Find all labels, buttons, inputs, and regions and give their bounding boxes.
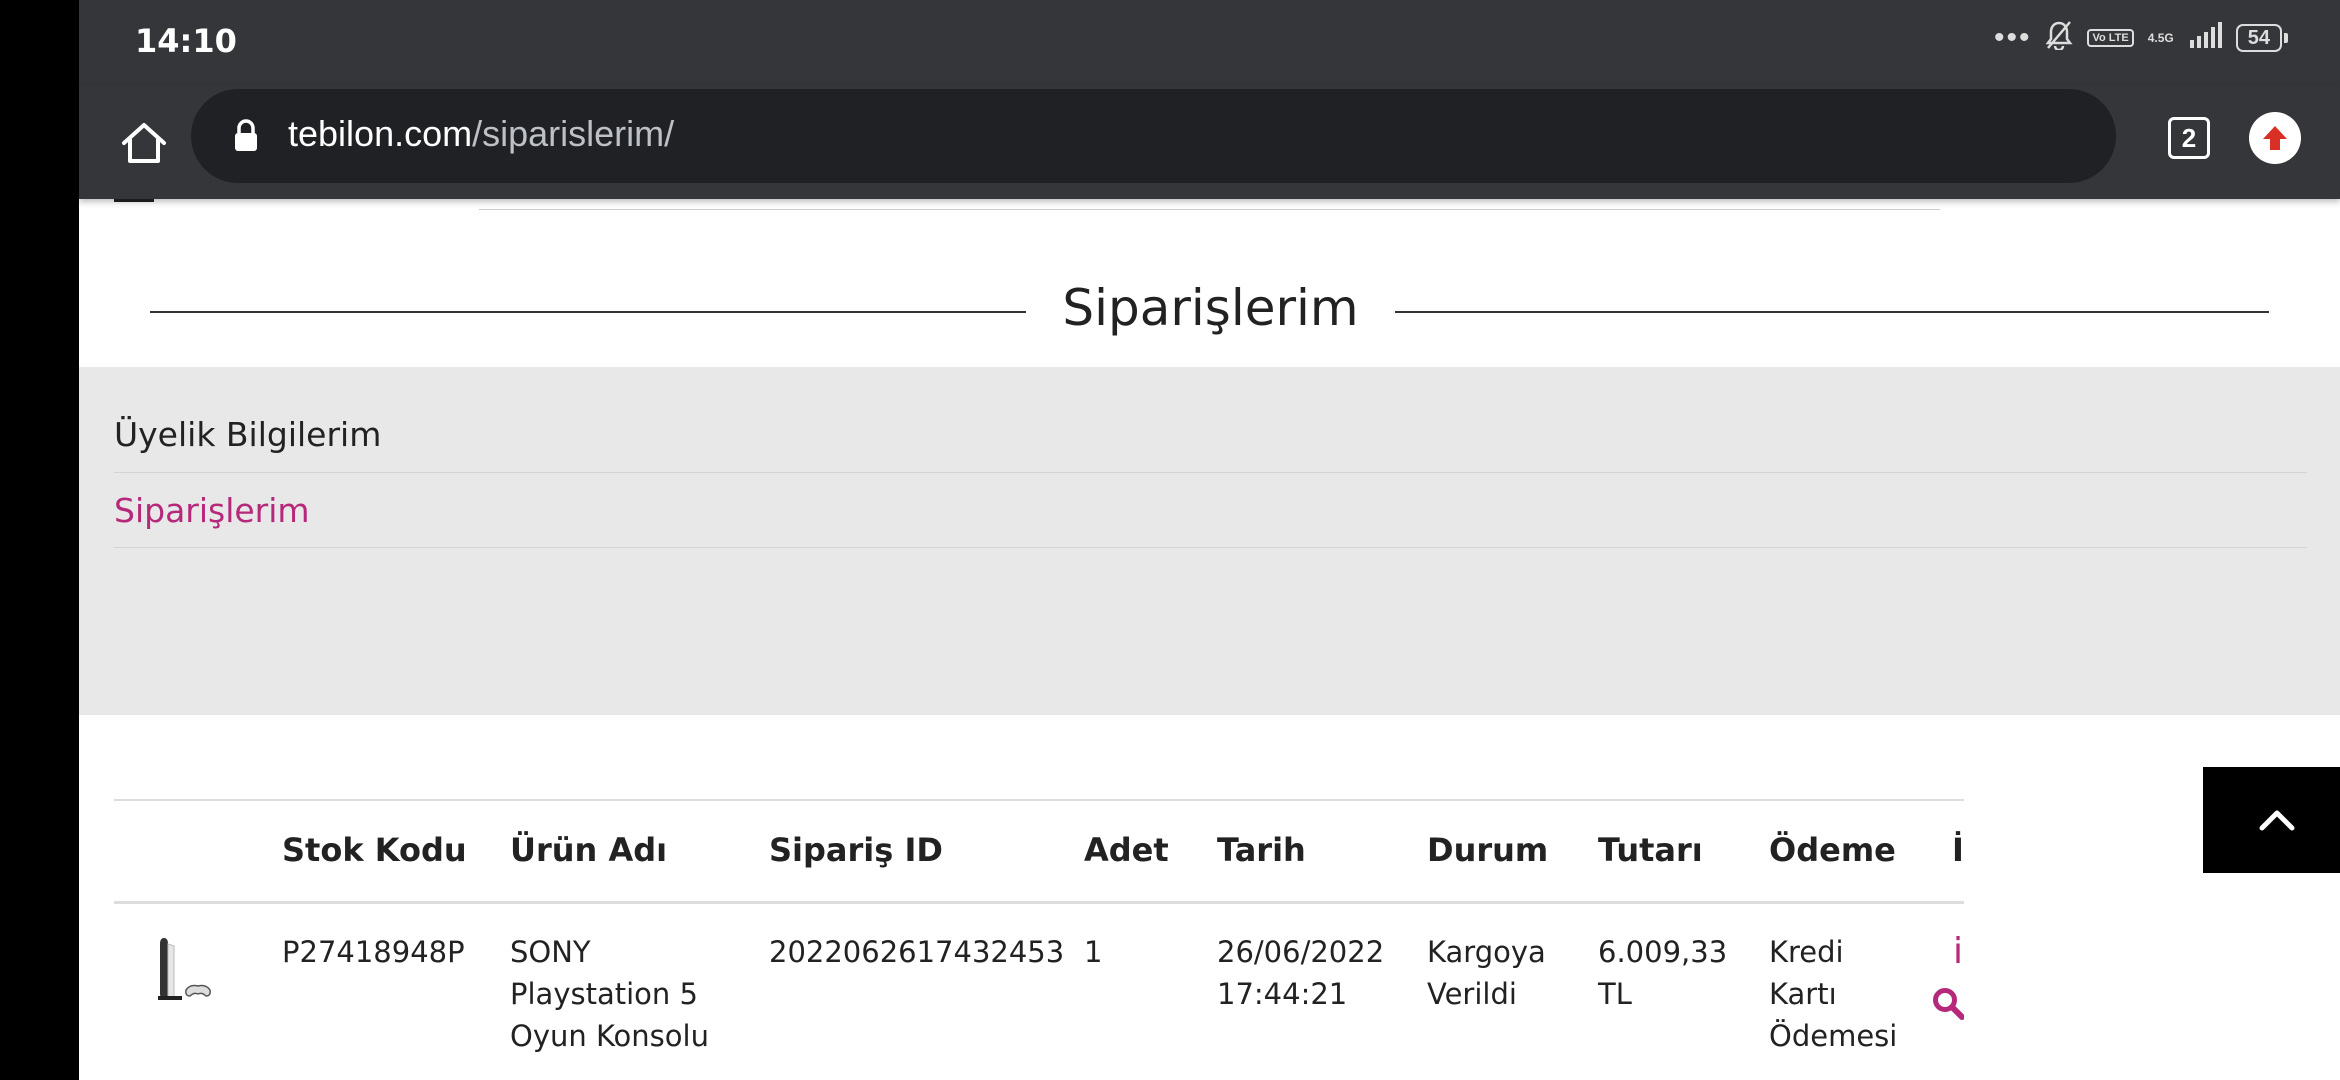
header-remnant	[114, 199, 154, 202]
col-date-header: Tarih	[1217, 831, 1306, 869]
home-icon	[122, 123, 166, 163]
product-thumbnail[interactable]	[154, 934, 214, 1004]
col-stock-code-header: Stok Kodu	[282, 831, 467, 869]
url-domain: tebilon.com	[288, 113, 473, 154]
status-icons: ••• Vo LTE 4.5G 54	[1994, 20, 2288, 55]
page-heading: Siparişlerim	[79, 279, 2340, 339]
chevron-up-icon	[2259, 810, 2294, 831]
cell-total: 6.009,33 TL	[1598, 935, 1728, 1011]
more-dots-icon: •••	[1993, 20, 2032, 54]
search-icon[interactable]	[1931, 986, 1964, 1025]
col-product-name-header: Ürün Adı	[510, 831, 668, 869]
signal-icon	[2188, 22, 2222, 53]
orders-table: Stok Kodu Ürün Adı Sipariş ID Adet Tarih…	[114, 799, 1964, 1080]
cell-stock-code: P27418948P	[282, 935, 465, 969]
volte-badge: Vo LTE	[2087, 28, 2134, 47]
status-bar: 14:10 ••• Vo LTE 4.5G 54	[79, 0, 2340, 86]
menu-item-orders[interactable]: Siparişlerim	[114, 473, 2307, 548]
account-menu: Üyelik Bilgilerim Siparişlerim	[79, 367, 2340, 715]
header-divider	[479, 209, 1940, 210]
lock-icon	[233, 119, 259, 158]
tab-switcher-button[interactable]: 2	[2159, 108, 2219, 168]
bell-off-icon	[2045, 20, 2073, 55]
status-time: 14:10	[135, 22, 237, 60]
cell-order-id: 2022062617432453	[769, 935, 1065, 969]
cell-payment: Kredi Kartı Ödemesi	[1769, 935, 1898, 1053]
order-detail-link[interactable]: ia	[1953, 931, 1964, 972]
address-bar[interactable]: tebilon.com/siparislerim/	[191, 89, 2116, 183]
heading-line-right	[1395, 311, 2269, 313]
url-path: /siparislerim/	[472, 113, 675, 154]
table-top-border	[114, 799, 1964, 801]
menu-item-membership[interactable]: Üyelik Bilgilerim	[114, 367, 2307, 473]
cell-status: Kargoya Verildi	[1427, 935, 1546, 1011]
tab-count: 2	[2168, 117, 2210, 159]
col-quantity-header: Adet	[1084, 831, 1169, 869]
col-order-id-header: Sipariş ID	[769, 831, 943, 869]
col-total-header: Tutarı	[1598, 831, 1703, 869]
battery-nub	[2284, 32, 2288, 43]
table-header-border	[114, 901, 1964, 904]
url-text[interactable]: tebilon.com/siparislerim/	[288, 113, 674, 155]
update-icon	[2263, 126, 2287, 150]
col-status-header: Durum	[1427, 831, 1549, 869]
battery-indicator: 54	[2235, 23, 2288, 52]
col-action-header: İ	[1952, 831, 1964, 869]
cell-product-name: SONY Playstation 5 Oyun Konsolu	[510, 935, 709, 1053]
cell-date: 26/06/2022 17:44:21	[1217, 935, 1385, 1011]
phone-screen: 14:10 ••• Vo LTE 4.5G 54 tebilon.com/sip…	[79, 0, 2340, 1080]
page-content: Siparişlerim Üyelik Bilgilerim Siparişle…	[79, 199, 2340, 1080]
network-type: 4.5G	[2147, 30, 2174, 45]
home-button[interactable]	[109, 108, 179, 178]
cell-quantity: 1	[1084, 935, 1103, 969]
heading-line-left	[150, 311, 1026, 313]
browser-toolbar: tebilon.com/siparislerim/ 2	[79, 86, 2340, 199]
update-chrome-button[interactable]	[2249, 112, 2301, 164]
battery-level: 54	[2235, 23, 2282, 52]
page-title: Siparişlerim	[1062, 279, 1359, 337]
col-payment-header: Ödeme	[1769, 831, 1896, 869]
scroll-to-top-button[interactable]	[2203, 767, 2340, 873]
